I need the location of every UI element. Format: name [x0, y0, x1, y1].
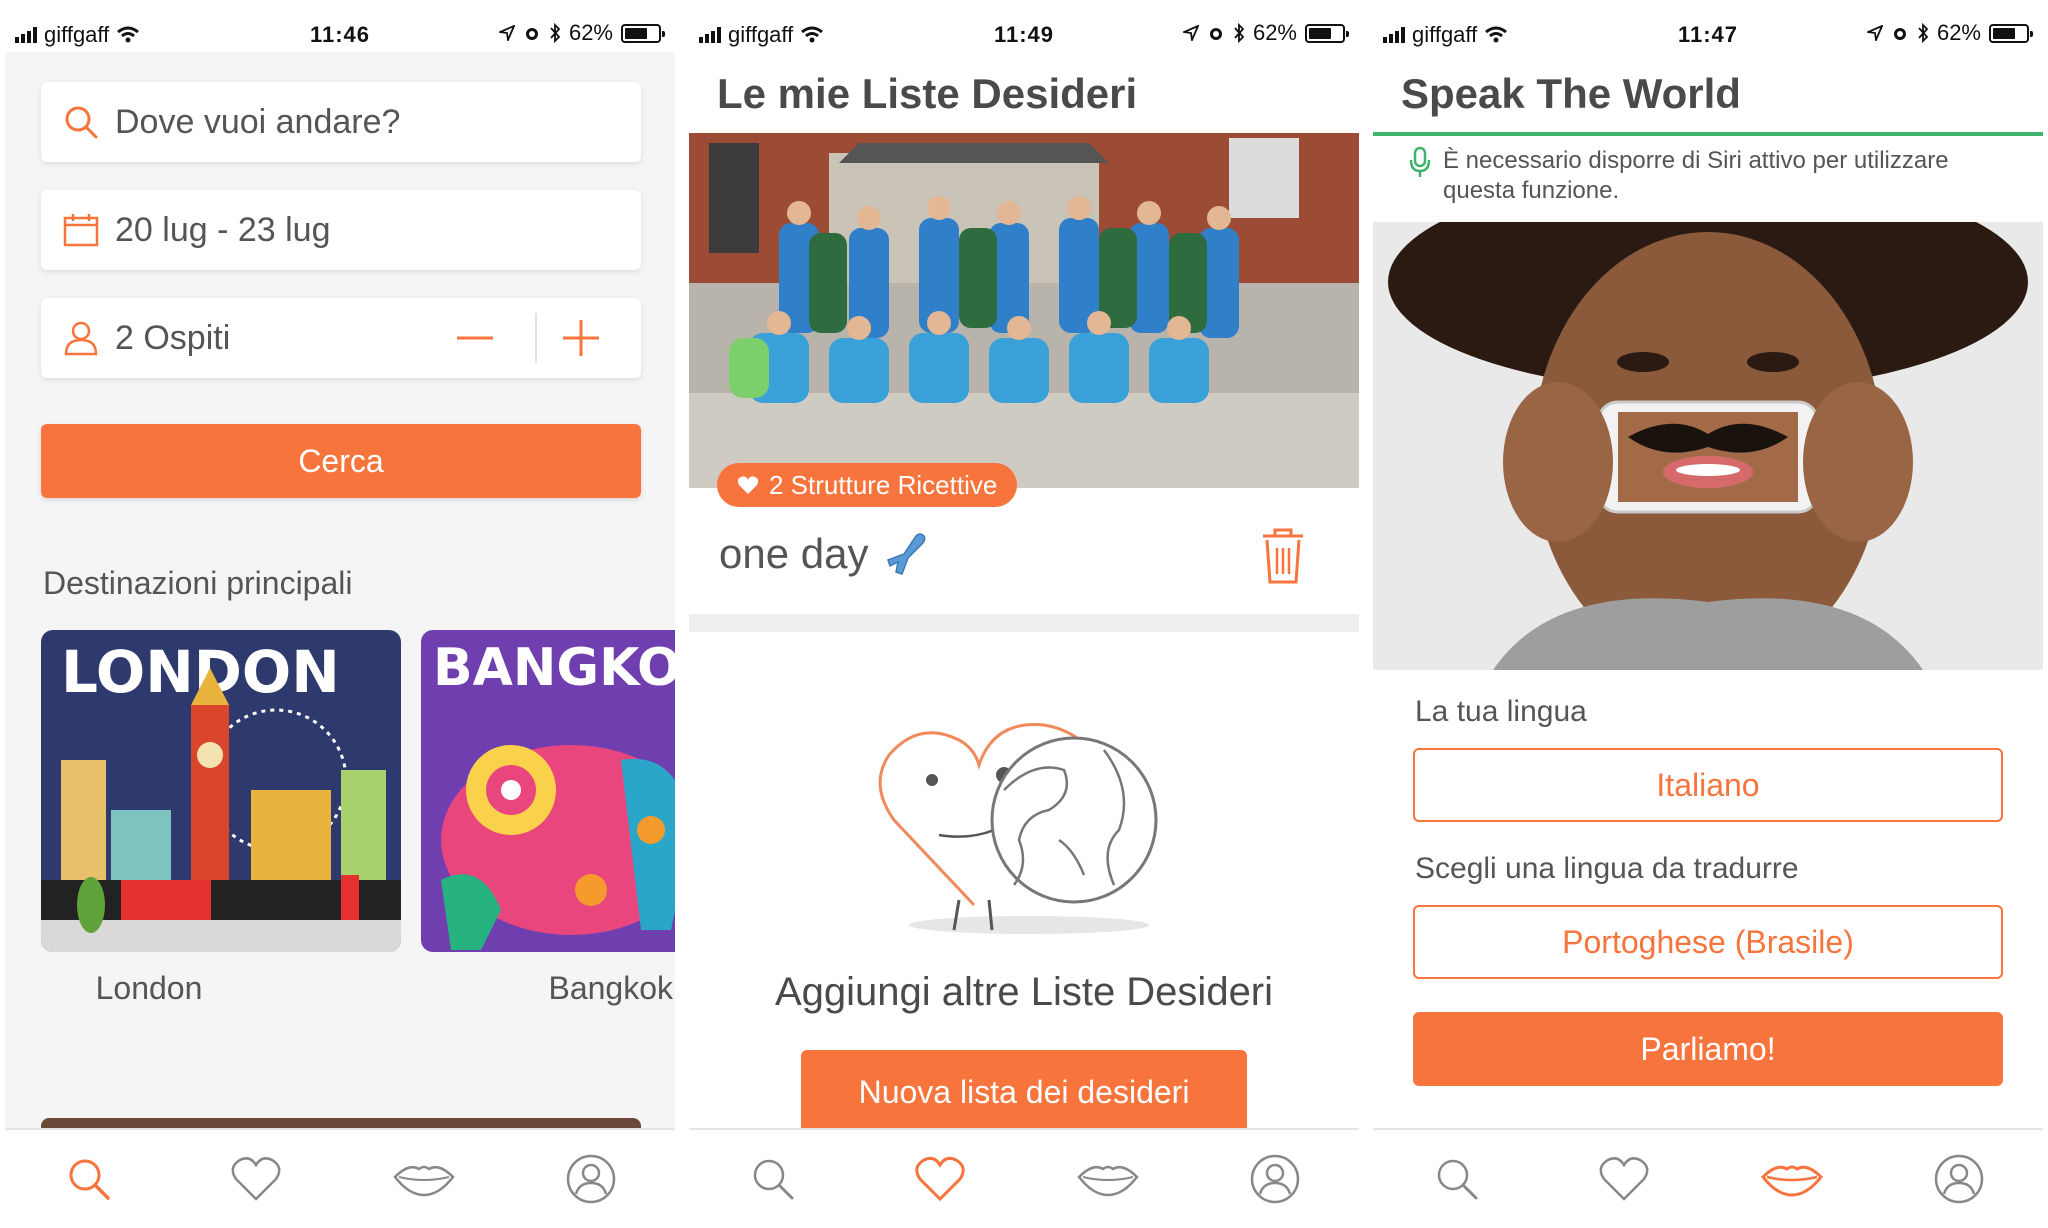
destination-placeholder: Dove vuoi andare? [115, 102, 401, 141]
guests-value: 2 Ospiti [115, 318, 231, 357]
minus-icon [457, 336, 493, 340]
calendar-icon [63, 214, 99, 247]
decrease-guests-button[interactable] [431, 298, 535, 378]
speak-button[interactable]: Parliamo! [1413, 1012, 2003, 1086]
lips-icon [1077, 1165, 1139, 1197]
tab-profile[interactable] [1876, 1130, 2044, 1228]
tab-search[interactable] [689, 1130, 857, 1228]
page-title: Le mie Liste Desideri [717, 70, 1138, 117]
destination-card-bangkok[interactable]: BANGKO [421, 630, 675, 952]
profile-icon [1935, 1154, 1984, 1204]
your-language-label: La tua lingua [1415, 695, 1587, 728]
increase-guests-button[interactable] [537, 298, 641, 378]
heart-icon [1599, 1157, 1649, 1201]
location-arrow-icon [1866, 25, 1883, 41]
properties-count: 2 Strutture Ricettive [769, 469, 998, 500]
location-arrow-icon [1182, 25, 1199, 41]
tab-bar [1373, 1128, 2043, 1228]
siri-status-line [1373, 132, 2043, 136]
lips-icon [1760, 1165, 1823, 1197]
wishlist-name[interactable]: one day [719, 530, 932, 578]
destination-search-field[interactable]: Dove vuoi andare? [41, 82, 641, 162]
microphone-icon [1409, 146, 1431, 177]
alarm-icon [525, 28, 538, 40]
heart-globe-illustration [878, 723, 1158, 934]
battery-percent: 62% [568, 20, 613, 45]
hero-photo [1373, 222, 2043, 670]
london-poster: LONDON [41, 630, 401, 952]
profile-icon [1251, 1154, 1300, 1204]
tab-speak[interactable] [340, 1130, 508, 1228]
new-wishlist-button[interactable]: Nuova lista dei desideri [801, 1050, 1247, 1130]
speak-screen: giffgaff 11:47 62% Speak The World È nec… [1373, 0, 2043, 1228]
destination-label-bangkok: Bangkok [548, 970, 673, 1006]
tab-search[interactable] [5, 1130, 173, 1228]
profile-icon [567, 1154, 616, 1204]
svg-text:BANGKO: BANGKO [433, 638, 675, 698]
guest-user-icon [64, 321, 98, 356]
guests-field: 2 Ospiti [41, 298, 641, 378]
date-range-field[interactable]: 20 lug - 23 lug [41, 190, 641, 270]
heart-icon [915, 1156, 965, 1202]
status-bar: giffgaff 11:49 62% [689, 0, 1359, 70]
wishlist-title: one day [719, 530, 869, 577]
status-bar: giffgaff 11:47 62% [1373, 0, 2043, 70]
wishlists-screen: giffgaff 11:49 62% Le mie Liste Desideri [689, 0, 1359, 1228]
bluetooth-icon [550, 23, 561, 43]
battery-icon [621, 23, 665, 43]
your-language-select[interactable]: Italiano [1413, 748, 2003, 822]
lips-icon [393, 1165, 455, 1197]
tab-search[interactable] [1373, 1130, 1541, 1228]
bluetooth-icon [1918, 23, 1929, 43]
plus-icon [563, 320, 599, 356]
heart-icon [737, 476, 759, 494]
date-range-value: 20 lug - 23 lug [115, 210, 331, 249]
section-divider [689, 614, 1359, 632]
heart-icon [231, 1157, 281, 1201]
destination-card-london[interactable]: LONDON [41, 630, 401, 952]
tab-wishlists[interactable] [173, 1130, 341, 1228]
target-language-select[interactable]: Portoghese (Brasile) [1413, 905, 2003, 979]
tab-bar [5, 1128, 675, 1228]
trash-icon[interactable] [1259, 528, 1307, 584]
tab-bar [689, 1128, 1359, 1228]
alarm-icon [1893, 28, 1906, 40]
status-bar: giffgaff 11:46 62% [5, 0, 675, 70]
tab-profile[interactable] [508, 1130, 676, 1228]
battery-icon [1305, 23, 1349, 43]
search-icon [1437, 1159, 1478, 1200]
wishlist-card-photo[interactable] [689, 133, 1359, 488]
bluetooth-icon [1234, 23, 1245, 43]
location-arrow-icon [498, 25, 515, 41]
search-screen: giffgaff 11:46 62% Dove vuoi andare? 20 … [5, 0, 675, 1228]
page-title: Speak The World [1401, 70, 1741, 117]
tab-profile[interactable] [1192, 1130, 1360, 1228]
add-wishlist-heading: Aggiungi altre Liste Desideri [774, 970, 1274, 1014]
destination-label-london: London [95, 970, 203, 1006]
guests-stepper [431, 298, 641, 378]
siri-notice-text: È necessario disporre di Siri attivo per… [1443, 147, 1949, 204]
group-photo [689, 133, 1359, 488]
battery-percent: 62% [1936, 20, 1981, 45]
properties-badge: 2 Strutture Ricettive [717, 463, 1018, 507]
search-icon [753, 1159, 794, 1200]
siri-notice: È necessario disporre di Siri attivo per… [1409, 146, 2009, 206]
search-button[interactable]: Cerca [41, 424, 641, 498]
destinations-heading: Destinazioni principali [43, 565, 353, 601]
battery-percent: 62% [1252, 20, 1297, 45]
tab-speak[interactable] [1024, 1130, 1192, 1228]
alarm-icon [1209, 28, 1222, 40]
target-language-label: Scegli una lingua da tradurre [1415, 852, 1799, 885]
tab-wishlists[interactable] [857, 1130, 1025, 1228]
search-icon [69, 1159, 110, 1200]
bangkok-poster: BANGKO [421, 630, 675, 952]
tab-speak[interactable] [1708, 1130, 1876, 1228]
search-icon [65, 106, 98, 139]
tab-wishlists[interactable] [1541, 1130, 1709, 1228]
airplane-icon [887, 533, 926, 575]
battery-icon [1989, 23, 2033, 43]
moustache-phone-photo [1373, 222, 2043, 670]
